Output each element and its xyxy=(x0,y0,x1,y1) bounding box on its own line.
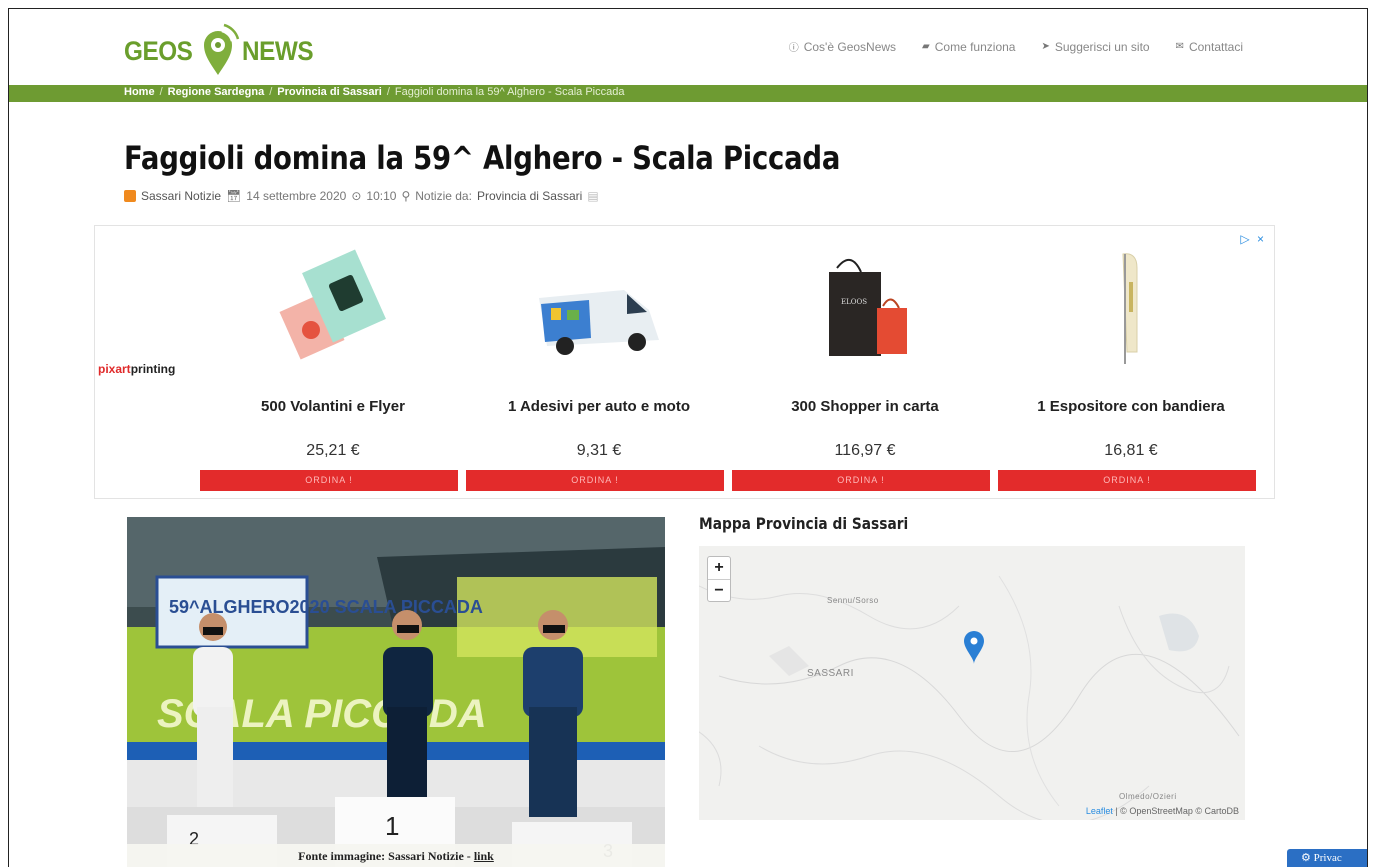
book-icon: ▰ xyxy=(922,41,930,52)
product-name: 300 Shopper in carta xyxy=(791,398,939,415)
breadcrumb-province[interactable]: Provincia di Sassari xyxy=(277,86,382,98)
site-logo[interactable]: GEOS NEWS xyxy=(124,21,321,81)
article-title: Faggioli domina la 59^ Alghero - Scala P… xyxy=(124,139,841,177)
article-date: 14 settembre 2020 xyxy=(246,189,347,203)
news-from-link[interactable]: Provincia di Sassari xyxy=(477,189,582,203)
zoom-out-button[interactable]: − xyxy=(708,579,730,601)
order-button[interactable]: ORDINA ! xyxy=(998,470,1256,491)
ad-brand-red: pixart xyxy=(98,362,131,376)
privacy-button[interactable]: ⚙ Privac xyxy=(1287,849,1367,867)
breadcrumb-separator: / xyxy=(269,86,273,98)
svg-text:ELOOS: ELOOS xyxy=(841,298,867,306)
ad-product[interactable]: 500 Volantini e Flyer 25,21 € ORDINA ! xyxy=(200,226,466,498)
breadcrumb-home[interactable]: Home xyxy=(124,86,155,98)
nav-item-label: Come funziona xyxy=(934,39,1016,54)
advertisement: ▷ × pixartprinting 500 Volantini e Flyer… xyxy=(94,225,1275,499)
article-photo[interactable]: 59^ALGHERO2020 SCALA PICCADA SCALA PICCA… xyxy=(127,517,665,867)
calendar-icon: 📅︎ xyxy=(226,189,242,203)
article-time: 10:10 xyxy=(366,189,397,203)
flag-display-product-image xyxy=(1061,248,1201,368)
ad-product[interactable]: 1 Espositore con bandiera 16,81 € ORDINA… xyxy=(998,226,1264,498)
flyer-product-image xyxy=(263,248,403,368)
nav-item-label: Cos'è GeosNews xyxy=(803,39,897,54)
logo-text-left: GEOS xyxy=(124,36,193,66)
map-title: Mappa Provincia di Sassari xyxy=(699,514,909,533)
ad-product[interactable]: 1 Adesivi per auto e moto 9,31 € ORDINA … xyxy=(466,226,732,498)
photo-caption-text: Fonte immagine: Sassari Notizie - xyxy=(298,849,474,863)
map-label-city: SASSARI xyxy=(807,668,854,679)
location-pin-icon: ⚲ xyxy=(401,189,411,203)
leaflet-link[interactable]: Leaflet xyxy=(1086,806,1113,816)
map-pin-logo-icon xyxy=(196,21,240,77)
product-price: 16,81 € xyxy=(1104,442,1158,459)
order-button[interactable]: ORDINA ! xyxy=(732,470,990,491)
map-marker-icon[interactable] xyxy=(964,631,984,664)
list-icon[interactable]: ▤ xyxy=(587,189,598,203)
breadcrumb-separator: / xyxy=(159,86,163,98)
ad-brand-dark: printing xyxy=(130,362,176,376)
order-button[interactable]: ORDINA ! xyxy=(200,470,458,491)
map-attribution-text: | © OpenStreetMap © CartoDB xyxy=(1112,806,1239,816)
ad-brand-logo[interactable]: pixartprinting xyxy=(98,362,175,376)
logo-text-right: NEWS xyxy=(242,36,314,66)
nav-item-label: Contattaci xyxy=(1188,39,1243,54)
map-attribution: Leaflet | © OpenStreetMap © CartoDB xyxy=(1086,806,1239,816)
breadcrumb-region[interactable]: Regione Sardegna xyxy=(168,86,265,98)
shopper-bag-product-image: ELOOS xyxy=(795,248,935,368)
send-icon: ➤ xyxy=(1041,41,1050,52)
nav-item-suggest-site[interactable]: ➤ Suggerisci un sito xyxy=(1041,39,1149,54)
product-price: 9,31 € xyxy=(576,442,622,459)
map-label-town2: Olmedo/Ozieri xyxy=(1119,792,1177,801)
van-product-image xyxy=(529,248,669,368)
photo-source-link[interactable]: link xyxy=(474,849,494,863)
info-circle-icon: ⓘ xyxy=(788,43,799,54)
article-meta: Sassari Notizie 📅︎ 14 settembre 2020 ⊙ 1… xyxy=(124,189,599,203)
page-frame: GEOS NEWS ⓘ Cos'è GeosNews ▰ Come funzio… xyxy=(8,8,1368,867)
product-price: 25,21 € xyxy=(306,442,360,459)
product-name: 500 Volantini e Flyer xyxy=(261,398,405,415)
product-name: 1 Espositore con bandiera xyxy=(1037,398,1225,415)
nav-item-about[interactable]: ⓘ Cos'è GeosNews xyxy=(788,39,897,55)
zoom-in-button[interactable]: + xyxy=(708,557,730,579)
podium-number-1: 1 xyxy=(385,811,399,841)
nav-item-contact[interactable]: ✉ Contattaci xyxy=(1176,39,1243,54)
article-source[interactable]: Sassari Notizie xyxy=(141,189,221,203)
map-zoom-control: + − xyxy=(707,556,731,602)
ad-product[interactable]: ELOOS 300 Shopper in carta 116,97 € ORDI… xyxy=(732,226,998,498)
province-map[interactable]: + − Sennu/Sorso SASSARI Olmedo/Ozieri Le… xyxy=(699,546,1245,820)
podium-photo-illustration: 59^ALGHERO2020 SCALA PICCADA SCALA PICCA… xyxy=(127,517,665,867)
envelope-icon: ✉ xyxy=(1175,41,1184,52)
nav-item-label: Suggerisci un sito xyxy=(1054,39,1150,54)
top-nav: ⓘ Cos'è GeosNews ▰ Come funziona ➤ Sugge… xyxy=(788,39,1243,55)
map-tiles xyxy=(699,575,1240,820)
breadcrumb-separator: / xyxy=(386,86,390,98)
nav-item-how-it-works[interactable]: ▰ Come funziona xyxy=(922,39,1015,54)
privacy-label: Privac xyxy=(1313,852,1342,864)
site-header: GEOS NEWS ⓘ Cos'è GeosNews ▰ Come funzio… xyxy=(9,9,1367,87)
product-name: 1 Adesivi per auto e moto xyxy=(508,398,690,415)
photo-caption: Fonte immagine: Sassari Notizie - link xyxy=(127,844,665,867)
breadcrumb-current: Faggioli domina la 59^ Alghero - Scala P… xyxy=(394,86,625,98)
product-price: 116,97 € xyxy=(834,442,896,459)
gear-icon: ⚙ xyxy=(1301,852,1314,864)
map-label-town: Sennu/Sorso xyxy=(827,596,879,605)
source-favicon-icon xyxy=(124,190,136,202)
order-button[interactable]: ORDINA ! xyxy=(466,470,724,491)
breadcrumb: Home / Regione Sardegna / Provincia di Sassa… xyxy=(124,86,624,98)
breadcrumb-bar: Home / Regione Sardegna / Provincia di Sassa… xyxy=(9,85,1367,102)
clock-icon: ⊙ xyxy=(351,189,362,203)
news-from-label: Notizie da: xyxy=(415,189,472,203)
ad-products: 500 Volantini e Flyer 25,21 € ORDINA ! 1… xyxy=(200,226,1265,498)
